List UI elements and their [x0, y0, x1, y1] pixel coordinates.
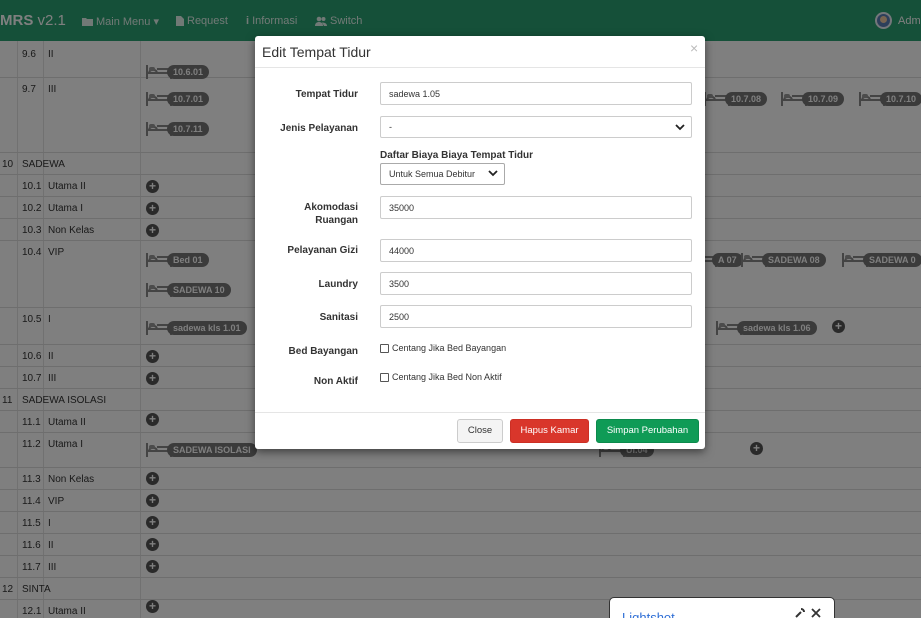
akomodasi-label-line2: Ruangan [315, 215, 358, 226]
non-aktif-label: Non Aktif [313, 376, 358, 387]
delete-room-button[interactable]: Hapus Kamar [510, 419, 589, 443]
bed-bayangan-checkbox[interactable] [380, 343, 389, 353]
lightshot-popup: Lightshot [609, 597, 835, 618]
jenis-pelayanan-value: - [389, 122, 392, 132]
sanitasi-input[interactable]: 2500 [380, 305, 692, 328]
laundry-input[interactable]: 3500 [380, 272, 692, 295]
close-button[interactable]: Close [457, 419, 503, 443]
akomodasi-input[interactable]: 35000 [380, 196, 692, 219]
bed-bayangan-label: Bed Bayangan [288, 346, 358, 357]
non-aktif-checkbox-group: Centang Jika Bed Non Aktif [380, 372, 502, 382]
bed-bayangan-checkbox-text: Centang Jika Bed Bayangan [392, 343, 507, 353]
wrench-icon[interactable] [794, 608, 805, 618]
debitur-select-value: Untuk Semua Debitur [389, 169, 476, 179]
non-aktif-checkbox-text: Centang Jika Bed Non Aktif [392, 372, 502, 382]
bed-bayangan-checkbox-group: Centang Jika Bed Bayangan [380, 343, 506, 353]
gizi-input[interactable]: 44000 [380, 239, 692, 262]
akomodasi-label: Akomodasi Ruangan [304, 201, 358, 227]
tempat-tidur-input[interactable]: sadewa 1.05 [380, 82, 692, 105]
modal-footer-divider [255, 412, 705, 413]
akomodasi-label-line1: Akomodasi [304, 202, 358, 213]
laundry-label: Laundry [318, 279, 358, 290]
chevron-down-icon [488, 170, 498, 177]
tempat-tidur-label: Tempat Tidur [295, 89, 358, 100]
daftar-biaya-label: Daftar Biaya Biaya Tempat Tidur [380, 150, 534, 161]
debitur-select[interactable]: Untuk Semua Debitur [380, 163, 505, 185]
close-icon[interactable]: × [690, 40, 698, 56]
close-icon[interactable] [811, 608, 821, 618]
lightshot-title: Lightshot [622, 610, 675, 618]
lightshot-tools [794, 608, 821, 618]
gizi-label: Pelayanan Gizi [287, 245, 358, 256]
modal-header-divider [255, 67, 705, 68]
edit-bed-modal: Edit Tempat Tidur × Tempat Tidur sadewa … [255, 36, 705, 449]
jenis-pelayanan-select[interactable]: - [380, 116, 692, 138]
sanitasi-label: Sanitasi [319, 312, 358, 323]
non-aktif-checkbox[interactable] [380, 372, 389, 382]
modal-title: Edit Tempat Tidur [262, 44, 371, 60]
jenis-pelayanan-label: Jenis Pelayanan [280, 123, 358, 134]
chevron-down-icon [675, 124, 685, 131]
save-changes-button[interactable]: Simpan Perubahan [596, 419, 699, 443]
